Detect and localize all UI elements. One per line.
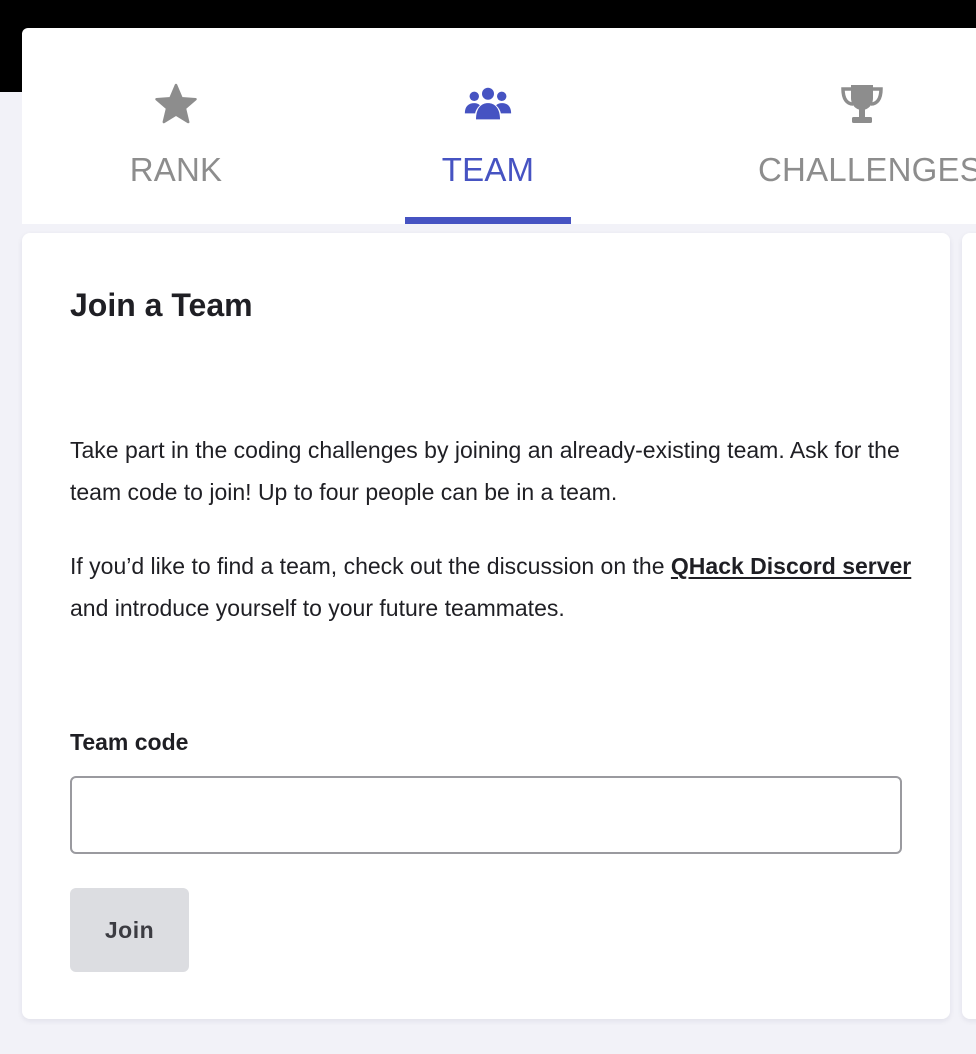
tab-challenges-label: CHALLENGES: [758, 151, 976, 188]
tab-team[interactable]: TEAM: [405, 28, 571, 224]
card-title: Join a Team: [70, 287, 253, 323]
discord-paragraph-text-before: If you’d like to find a team, check out …: [70, 553, 671, 579]
trophy-icon: [841, 85, 883, 123]
discord-paragraph: If you’d like to find a team, check out …: [70, 545, 930, 629]
tab-bar: RANK TEAM CHALLENGES: [22, 28, 976, 224]
discord-server-link[interactable]: QHack Discord server: [671, 553, 911, 579]
discord-paragraph-text-after: and introduce yourself to your future te…: [70, 595, 565, 621]
join-team-card: Join a Team Take part in the coding chal…: [22, 233, 950, 1019]
tab-team-label: TEAM: [441, 151, 535, 188]
tab-rank-label: RANK: [129, 151, 223, 188]
tab-rank[interactable]: RANK: [96, 28, 256, 224]
star-icon: [155, 83, 197, 124]
adjacent-card-edge: [962, 233, 976, 1019]
join-button[interactable]: Join: [70, 888, 189, 972]
active-tab-indicator: [405, 217, 571, 224]
team-code-label: Team code: [70, 729, 189, 755]
tab-challenges[interactable]: CHALLENGES: [750, 28, 976, 224]
team-code-input[interactable]: [70, 776, 902, 854]
users-icon: [464, 87, 512, 120]
intro-paragraph: Take part in the coding challenges by jo…: [70, 437, 900, 505]
